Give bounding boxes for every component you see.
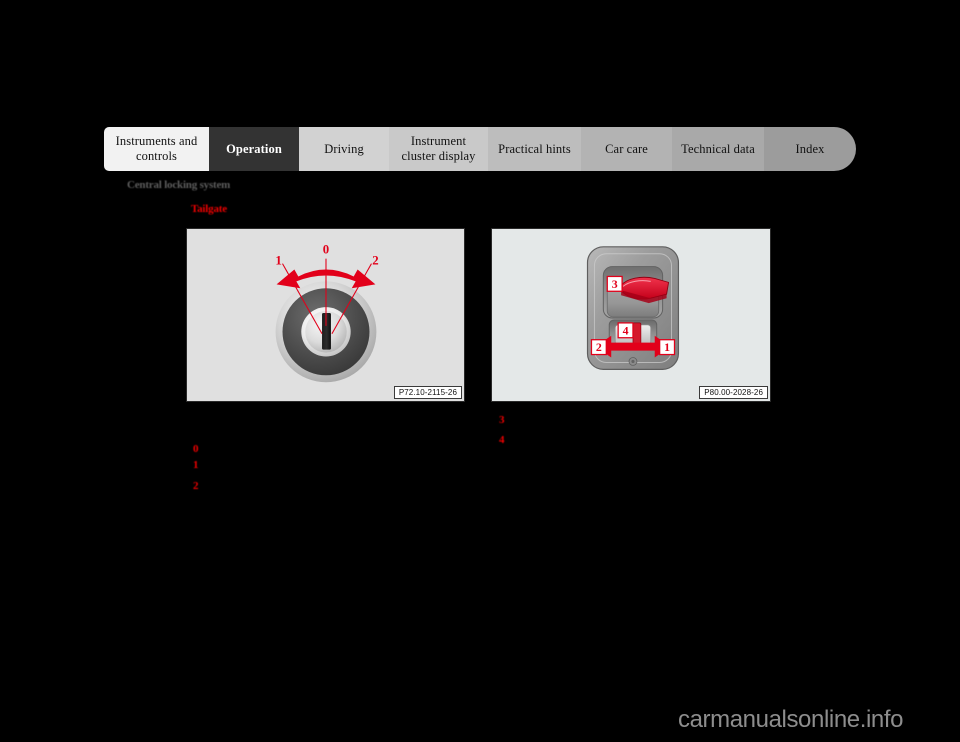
tab-label: Practical hints [498, 141, 571, 156]
tab-index[interactable]: Index [764, 127, 856, 171]
callout-4: 4 [617, 322, 634, 339]
figure-key-cylinder: 0 1 2 P72.10-2115-26 [186, 228, 465, 402]
svg-text:4: 4 [623, 323, 629, 337]
tab-driving[interactable]: Driving [299, 127, 389, 171]
svg-text:1: 1 [664, 340, 670, 354]
tab-label: Instruments and controls [115, 134, 198, 163]
callout-1: 1 [659, 339, 676, 356]
tab-instrument-cluster-display[interactable]: Instrument cluster display [389, 127, 488, 171]
tab-label: Operation [226, 141, 282, 156]
callout-0: 0 [323, 243, 329, 257]
tab-practical-hints[interactable]: Practical hints [488, 127, 581, 171]
list-marker-1: 1 [193, 459, 199, 471]
list-marker-0: 0 [193, 443, 199, 455]
tab-label: Technical data [681, 141, 755, 156]
tab-label: Index [795, 141, 825, 156]
door-handle-illustration: 3 4 2 1 [586, 246, 680, 370]
list-marker-4: 4 [499, 434, 505, 446]
key-cylinder-illustration: 0 1 2 [275, 243, 379, 383]
figure-door-handle: 3 4 2 1 P80.00-2028-26 [491, 228, 771, 402]
page-title: Central locking system [127, 179, 231, 191]
list-marker-2: 2 [193, 480, 199, 492]
tab-label: Instrument cluster display [401, 134, 476, 163]
svg-text:2: 2 [596, 340, 602, 354]
site-watermark: carmanualsonline.info [678, 706, 904, 733]
figure-caption: P80.00-2028-26 [699, 386, 768, 399]
tab-car-care[interactable]: Car care [581, 127, 672, 171]
figure-caption: P72.10-2115-26 [393, 386, 462, 399]
callout-2: 2 [590, 339, 607, 356]
list-marker-3: 3 [499, 414, 505, 426]
callout-3: 3 [606, 275, 623, 292]
subsection-title: Tailgate [191, 203, 227, 215]
callout-numbers: 0 1 2 [275, 243, 378, 268]
tab-instruments-and-controls[interactable]: Instruments and controls [104, 127, 209, 171]
tab-technical-data[interactable]: Technical data [672, 127, 764, 171]
callout-1: 1 [275, 254, 281, 268]
chapter-tab-bar: Instruments and controls Operation Drivi… [104, 127, 856, 171]
callout-2: 2 [372, 254, 378, 268]
svg-text:3: 3 [612, 277, 618, 291]
tab-operation[interactable]: Operation [209, 127, 299, 171]
tab-label: Driving [324, 141, 364, 156]
tab-label: Car care [605, 141, 648, 156]
